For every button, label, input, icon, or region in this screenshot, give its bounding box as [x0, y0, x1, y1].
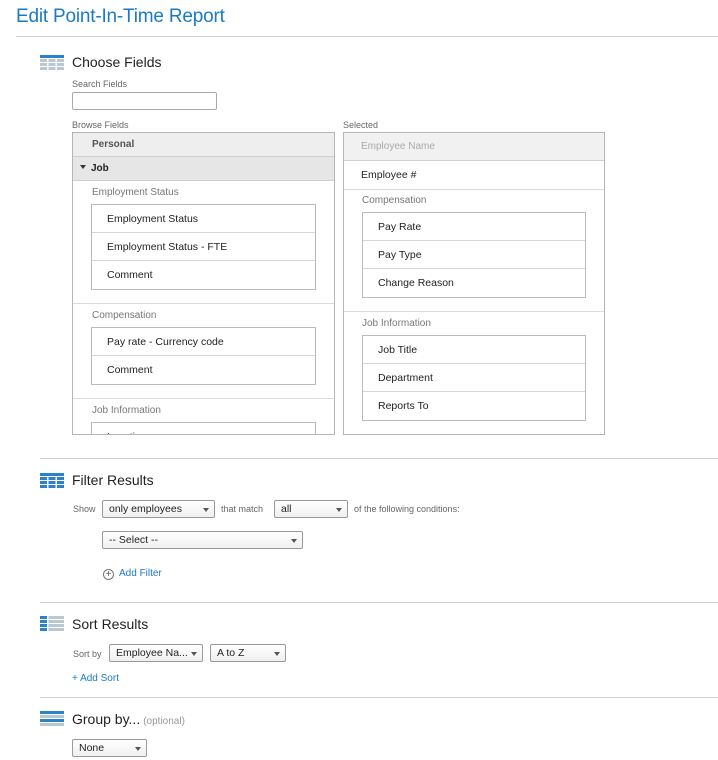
tab-job-label: Job	[91, 163, 109, 174]
section-divider	[40, 602, 718, 603]
chevron-down-icon	[80, 165, 86, 170]
title-divider	[16, 36, 718, 37]
field-item[interactable]: Employment Status	[92, 205, 315, 233]
selected-header-label: Employee Name	[361, 141, 435, 152]
tab-job[interactable]: Job	[73, 157, 334, 181]
choose-fields-title: Choose Fields	[72, 54, 162, 70]
chevron-down-icon	[191, 652, 197, 656]
filter-field-select[interactable]: -- Select --	[102, 531, 303, 549]
chevron-down-icon	[274, 652, 280, 656]
group-by-select-value: None	[79, 742, 105, 754]
add-filter-link[interactable]: Add Filter	[119, 568, 162, 579]
selected-field-item[interactable]: Department	[363, 364, 585, 392]
chevron-down-icon	[135, 747, 141, 751]
add-circle-icon[interactable]: +	[103, 569, 114, 580]
filter-table-icon	[40, 473, 64, 488]
chevron-down-icon	[291, 539, 297, 543]
field-item[interactable]: Comment	[92, 261, 315, 289]
selected-field-item[interactable]: Reports To	[363, 392, 585, 420]
employment-status-list: Employment Status Employment Status - FT…	[91, 204, 316, 290]
selected-fields-panel[interactable]: Employee Name Employee # Compensation Pa…	[343, 132, 605, 435]
table-icon	[40, 55, 64, 70]
selected-job-information-list: Job Title Department Reports To	[362, 335, 586, 421]
selected-item-employee-number[interactable]: Employee #	[361, 169, 416, 181]
tab-personal-label: Personal	[92, 139, 135, 150]
conditions-label: of the following conditions:	[354, 504, 460, 514]
group-by-title-text: Group by...	[72, 711, 141, 727]
group-label-job-information: Job Information	[362, 318, 431, 329]
selected-field-item[interactable]: Change Reason	[363, 269, 585, 297]
field-item[interactable]: Employment Status - FTE	[92, 233, 315, 261]
group-divider	[344, 311, 604, 312]
group-divider	[73, 303, 334, 304]
selected-compensation-list: Pay Rate Pay Type Change Reason	[362, 212, 586, 298]
sort-by-label: Sort by	[73, 649, 102, 659]
browse-fields-panel[interactable]: Personal Job Employment Status Employmen…	[72, 132, 335, 435]
show-select-value: only employees	[109, 503, 182, 515]
group-label-compensation: Compensation	[362, 195, 427, 206]
group-by-title: Group by... (optional)	[72, 711, 185, 727]
group-divider	[344, 189, 604, 190]
sort-table-icon	[40, 616, 64, 631]
group-by-select[interactable]: None	[72, 739, 147, 757]
group-table-icon	[40, 711, 64, 726]
group-label-compensation: Compensation	[92, 310, 157, 321]
filter-field-select-value: -- Select --	[109, 534, 159, 546]
sort-field-select-value: Employee Na...	[116, 647, 188, 659]
selected-label: Selected	[343, 120, 379, 130]
selected-field-item[interactable]: Job Title	[363, 336, 585, 364]
that-match-label: that match	[221, 504, 264, 514]
sort-field-select[interactable]: Employee Na...	[109, 644, 203, 662]
show-label: Show	[73, 504, 96, 514]
field-item[interactable]: Pay rate - Currency code	[92, 328, 315, 356]
filter-results-title: Filter Results	[72, 472, 154, 488]
compensation-list: Pay rate - Currency code Comment	[91, 327, 316, 385]
group-label-employment-status: Employment Status	[92, 187, 179, 198]
browse-fields-label: Browse Fields	[72, 120, 129, 130]
sort-order-select[interactable]: A to Z	[210, 644, 286, 662]
sort-order-select-value: A to Z	[217, 647, 245, 659]
page-title: Edit Point-In-Time Report	[16, 6, 225, 27]
job-information-list: Location	[91, 422, 316, 434]
search-fields-label: Search Fields	[72, 79, 128, 89]
group-label-job-information: Job Information	[92, 405, 161, 416]
field-item[interactable]: Location	[92, 423, 315, 434]
selected-header: Employee Name	[344, 133, 604, 161]
tab-personal[interactable]: Personal	[73, 133, 334, 157]
field-item[interactable]: Comment	[92, 356, 315, 384]
section-divider	[40, 458, 718, 459]
chevron-down-icon	[203, 508, 209, 512]
selected-field-item[interactable]: Pay Rate	[363, 213, 585, 241]
search-fields-input[interactable]	[72, 92, 217, 110]
show-select[interactable]: only employees	[102, 500, 215, 518]
chevron-down-icon	[336, 508, 342, 512]
selected-field-item[interactable]: Pay Type	[363, 241, 585, 269]
section-divider	[40, 697, 718, 698]
add-sort-link[interactable]: + Add Sort	[72, 673, 119, 684]
group-divider	[73, 398, 334, 399]
match-select-value: all	[281, 503, 292, 515]
optional-note: (optional)	[143, 716, 185, 727]
match-select[interactable]: all	[274, 500, 348, 518]
sort-results-title: Sort Results	[72, 616, 149, 632]
